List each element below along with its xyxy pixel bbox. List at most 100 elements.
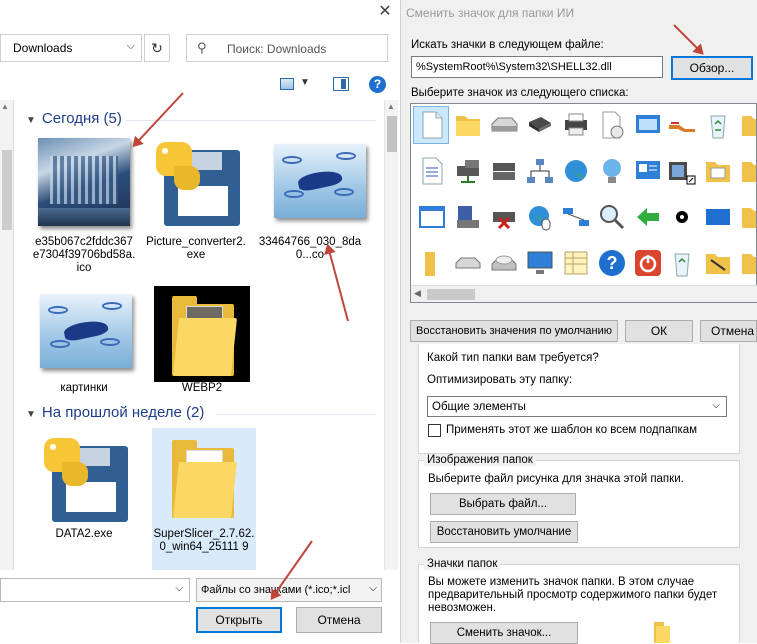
search-placeholder: Поиск: Downloads: [227, 42, 327, 56]
view-mode-dropdown-icon[interactable]: ▼: [300, 77, 310, 88]
save-disk-icon[interactable]: [453, 202, 483, 232]
file-name: e35b067c2fddc367e7304f39706bd58a.ico: [32, 236, 136, 274]
scroll-thumb[interactable]: [2, 150, 12, 230]
spreadsheet-icon[interactable]: [561, 248, 591, 278]
shortcut-icon[interactable]: [667, 156, 697, 186]
choose-file-button[interactable]: Выбрать файл...: [430, 493, 576, 515]
chevron-down-icon[interactable]: ▼: [26, 409, 36, 420]
python-floppy-icon: [32, 428, 136, 528]
document-icon[interactable]: [417, 110, 447, 140]
restore-default-button[interactable]: Восстановить умолчание: [430, 521, 578, 543]
folder-tile[interactable]: картинки: [32, 286, 136, 394]
file-tile[interactable]: 33464766_030_8da0...co: [258, 132, 366, 272]
folder-icon[interactable]: [417, 248, 447, 278]
cd-drive-icon[interactable]: [489, 248, 519, 278]
network-drive-icon[interactable]: [453, 156, 483, 186]
icon-list-scrollbar[interactable]: ◀: [411, 285, 757, 302]
group-label: Сегодня (5): [41, 110, 122, 127]
folder-icon[interactable]: [739, 110, 757, 140]
removable-drive-icon[interactable]: [453, 248, 483, 278]
drive-icon[interactable]: [489, 110, 519, 140]
search-icon[interactable]: [597, 202, 627, 232]
optimize-select[interactable]: Общие элементы ⌵: [427, 396, 727, 417]
svg-text:?: ?: [607, 253, 618, 273]
preview-pane-icon[interactable]: [333, 77, 349, 91]
file-name: картинки: [60, 382, 108, 394]
scroll-up-icon[interactable]: ▲: [1, 102, 9, 111]
file-name: SuperSlicer_2.7.62.0_win64_25111 9: [153, 528, 255, 553]
navigation-pane-scrollbar[interactable]: ▲: [0, 100, 14, 570]
recycle-bin-icon[interactable]: [703, 110, 733, 140]
chevron-down-icon[interactable]: ⌵: [367, 583, 377, 594]
file-thumbnail: [32, 132, 136, 232]
restore-defaults-button[interactable]: Восстановить значения по умолчанию: [410, 320, 618, 342]
disconnected-drive-icon[interactable]: [489, 202, 519, 232]
file-name: 33464766_030_8da0...co: [258, 236, 362, 261]
group-header-today[interactable]: ▼ Сегодня (5): [26, 110, 122, 127]
ok-button[interactable]: ОК: [625, 320, 693, 342]
group-divider: [126, 120, 376, 121]
network-globe-icon[interactable]: [597, 156, 627, 186]
scroll-thumb[interactable]: [387, 116, 397, 152]
file-tile[interactable]: Picture_converter2.exe: [144, 132, 248, 272]
recycle-bin-icon[interactable]: [667, 248, 697, 278]
server-icon[interactable]: [489, 156, 519, 186]
chip-icon[interactable]: [525, 110, 555, 140]
disc-icon[interactable]: [667, 202, 697, 232]
folder-icon[interactable]: [453, 110, 483, 140]
folder-tile[interactable]: WEBP2: [154, 286, 258, 394]
window-icon[interactable]: [633, 110, 663, 140]
globe-icon[interactable]: [561, 156, 591, 186]
handshake-icon[interactable]: [667, 110, 697, 140]
printer-icon[interactable]: [561, 110, 591, 140]
chevron-down-icon[interactable]: ⌵: [127, 40, 135, 53]
optimize-label: Оптимизировать эту папку:: [427, 374, 573, 386]
refresh-button[interactable]: ↻: [144, 34, 170, 62]
file-list-scrollbar[interactable]: ▲: [384, 100, 398, 570]
folder-tile-selected[interactable]: SuperSlicer_2.7.62.0_win64_25111 9: [152, 428, 256, 570]
address-bar[interactable]: Downloads ⌵: [0, 34, 142, 62]
chevron-down-icon: ⌵: [712, 400, 720, 411]
mouse-globe-icon[interactable]: [525, 202, 555, 232]
group-header-last-week[interactable]: ▼ На прошлой неделе (2): [26, 404, 204, 421]
scroll-up-icon[interactable]: ▲: [387, 102, 395, 111]
change-icon-button[interactable]: Сменить значок...: [430, 622, 578, 644]
file-type-filter[interactable]: Файлы со значками (*.ico;*.icl ⌵: [196, 578, 382, 602]
scroll-left-icon[interactable]: ◀: [414, 288, 421, 299]
folder-tools-icon[interactable]: [703, 248, 733, 278]
scroll-thumb[interactable]: [427, 289, 475, 300]
arrow-left-icon[interactable]: [633, 202, 663, 232]
icon-dialog-cancel-button[interactable]: Отмена: [700, 320, 757, 342]
application-window-icon[interactable]: [417, 202, 447, 232]
open-button[interactable]: Открыть: [196, 607, 282, 633]
icon-file-path-input[interactable]: %SystemRoot%\System32\SHELL32.dll: [411, 56, 663, 78]
folder-thumbnail: [32, 286, 136, 386]
folder-documents-icon[interactable]: [703, 156, 733, 186]
chevron-down-icon[interactable]: ⌵: [175, 583, 183, 594]
view-mode-icon[interactable]: [280, 78, 294, 90]
cancel-button[interactable]: Отмена: [296, 607, 382, 633]
browse-button[interactable]: Обзор...: [671, 56, 753, 80]
monitor-icon[interactable]: [525, 248, 555, 278]
apply-subfolders-checkbox[interactable]: [428, 424, 441, 437]
group-label: На прошлой неделе (2): [41, 404, 205, 421]
network-connections-icon[interactable]: [561, 202, 591, 232]
power-icon[interactable]: [633, 248, 663, 278]
network-icon[interactable]: [525, 156, 555, 186]
contact-card-icon[interactable]: [633, 156, 663, 186]
blue-window-icon[interactable]: [703, 202, 733, 232]
recent-documents-icon[interactable]: [597, 110, 627, 140]
text-document-icon[interactable]: [417, 156, 447, 186]
close-icon[interactable]: ✕: [375, 2, 395, 22]
icon-list[interactable]: ?: [410, 103, 757, 303]
folder-icon[interactable]: [739, 202, 757, 232]
file-tile[interactable]: DATA2.exe: [32, 428, 136, 548]
folder-icon[interactable]: [739, 248, 757, 278]
search-input[interactable]: ⚲ Поиск: Downloads: [186, 34, 388, 62]
file-tile[interactable]: e35b067c2fddc367e7304f39706bd58a.ico: [32, 132, 136, 274]
help-icon[interactable]: ?: [597, 248, 627, 278]
help-icon[interactable]: ?: [369, 76, 386, 93]
chevron-down-icon[interactable]: ▼: [26, 115, 36, 126]
file-name-input[interactable]: ⌵: [0, 578, 190, 602]
folder-icon[interactable]: [739, 156, 757, 186]
